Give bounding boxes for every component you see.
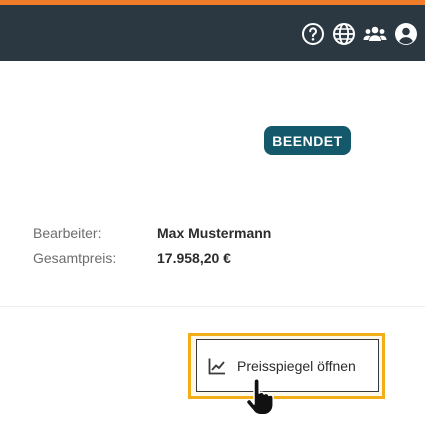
total-price-label: Gesamtpreis: — [33, 250, 117, 266]
globe-icon[interactable] — [332, 22, 356, 46]
section-divider — [0, 306, 425, 307]
open-price-mirror-button[interactable]: Preisspiegel öffnen — [196, 339, 379, 392]
help-icon[interactable] — [301, 22, 325, 46]
assignee-value: Max Mustermann — [157, 225, 272, 241]
hand-pointer-icon — [243, 378, 277, 418]
account-icon[interactable] — [394, 22, 418, 46]
users-icon[interactable] — [363, 22, 387, 46]
total-price-value: 17.958,20 € — [157, 250, 231, 266]
header-bar — [0, 5, 425, 61]
open-price-mirror-label: Preisspiegel öffnen — [237, 357, 356, 374]
status-badge: BEENDET — [264, 126, 351, 155]
assignee-label: Bearbeiter: — [33, 225, 102, 241]
line-chart-icon — [207, 356, 227, 376]
